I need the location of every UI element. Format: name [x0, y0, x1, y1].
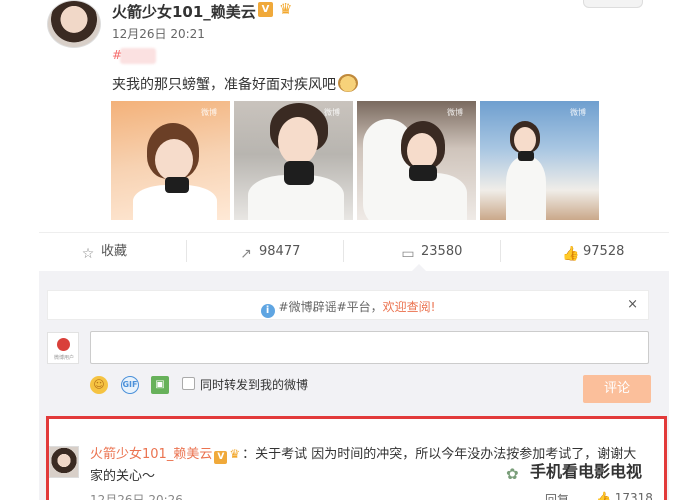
watermark-text: 手机看电影电视 — [530, 462, 643, 481]
repost-count: 98477 — [259, 244, 301, 259]
image-upload-icon[interactable]: ▣ — [151, 376, 169, 394]
emoji-picker-icon[interactable]: ☺ — [90, 376, 108, 394]
reply-date: 12月26日 20:26 — [90, 493, 183, 500]
reply-author-name[interactable]: 火箭少女101_赖美云 — [90, 447, 212, 462]
post-photo-4[interactable]: 微博 — [480, 101, 599, 220]
repost-checkbox-label[interactable]: 同时转发到我的微博 — [200, 376, 308, 393]
notice-text: i #微博辟谣#平台，欢迎查阅! — [48, 298, 648, 318]
post-photo-3[interactable]: 微博 — [357, 101, 476, 220]
reply-like-count: 17318 — [614, 491, 653, 500]
rumor-notice-bar: i #微博辟谣#平台，欢迎查阅! × — [47, 290, 649, 320]
current-user-avatar[interactable]: 微博用户 — [47, 332, 79, 364]
reply-author-avatar[interactable] — [49, 446, 79, 478]
repost-checkbox[interactable] — [182, 377, 195, 390]
post-author-name[interactable]: 火箭少女101_赖美云 — [112, 1, 256, 22]
reply-like-button[interactable]: 👍 17318 — [596, 491, 653, 500]
verified-badge-icon: V — [214, 451, 228, 464]
favorite-button[interactable]: ☆ 收藏 — [80, 243, 128, 262]
star-icon: ☆ — [81, 246, 95, 262]
notice-prefix: #微博辟谣#平台， — [278, 300, 383, 314]
crown-icon: ♛ — [229, 447, 241, 461]
emoji-icon — [338, 74, 358, 92]
like-button[interactable]: 👍 97528 — [562, 243, 625, 262]
post-photo-2[interactable]: 微博 — [234, 101, 353, 220]
post-hashtag[interactable]: # — [112, 48, 123, 62]
divider — [186, 240, 187, 262]
photo-watermark: 微博 — [447, 108, 463, 117]
comment-icon: ▭ — [401, 246, 415, 262]
notice-link[interactable]: 欢迎查阅! — [383, 300, 436, 314]
info-icon: i — [260, 304, 275, 318]
divider — [343, 240, 344, 262]
reply-button[interactable]: 回复 — [545, 491, 569, 500]
submit-comment-button[interactable]: 评论 — [583, 375, 651, 403]
verified-badge-icon: V — [258, 2, 273, 17]
divider — [39, 232, 669, 233]
gif-icon[interactable]: GIF — [121, 376, 139, 394]
blurred-hashtag — [120, 48, 156, 64]
author-avatar[interactable] — [47, 0, 101, 48]
repost-icon: ↗ — [240, 246, 252, 262]
reply-text-2: 家的关心～ — [90, 469, 156, 484]
close-icon[interactable]: × — [627, 297, 638, 312]
weibo-logo-icon — [57, 338, 70, 351]
top-right-popup-edge — [583, 0, 643, 8]
photo-watermark: 微博 — [201, 108, 217, 117]
post-photo-1[interactable]: 微博 — [111, 101, 230, 220]
like-count: 97528 — [583, 244, 625, 259]
post-date[interactable]: 12月26日 20:21 — [112, 25, 205, 42]
comment-button[interactable]: ▭ 23580 — [400, 243, 463, 262]
divider — [500, 240, 501, 262]
wechat-watermark: ✿ 手机看电影电视 — [506, 458, 643, 483]
crown-icon: ♛ — [279, 0, 293, 18]
comment-input[interactable] — [90, 331, 649, 364]
thumbs-up-icon: 👍 — [596, 491, 615, 500]
photo-watermark: 微博 — [570, 108, 586, 117]
panel-caret — [412, 264, 426, 271]
avatar-label: 微博用户 — [53, 355, 74, 361]
photo-watermark: 微博 — [324, 108, 340, 117]
thumbs-up-icon: 👍 — [562, 246, 580, 262]
favorite-label: 收藏 — [101, 244, 128, 259]
wechat-icon: ✿ — [506, 465, 519, 483]
post-text: 夹我的那只螃蟹，准备好面对疾风吧 — [112, 74, 358, 94]
post-text-content: 夹我的那只螃蟹，准备好面对疾风吧 — [112, 77, 336, 93]
comment-count: 23580 — [421, 244, 463, 259]
repost-button[interactable]: ↗ 98477 — [238, 243, 301, 262]
